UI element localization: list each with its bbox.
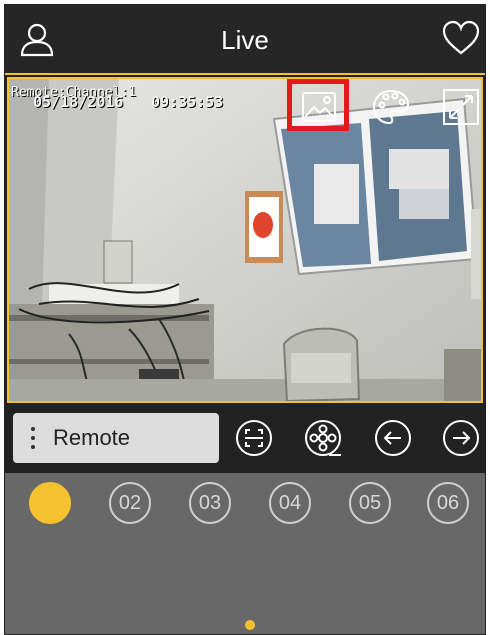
fullscreen-icon[interactable] [441, 87, 481, 127]
osd-time: 09:35:53 [151, 93, 224, 111]
page-indicator-dot[interactable] [245, 620, 255, 630]
remote-button[interactable]: Remote [13, 413, 219, 463]
next-icon[interactable] [441, 418, 481, 458]
channel-button-05[interactable]: 05 [349, 482, 391, 524]
capture-icon[interactable] [234, 418, 274, 458]
osd-date: 05/18/2016 [33, 93, 124, 111]
app-frame: Live Remote:Channel:1 05/18/2016 09:35:5… [4, 4, 486, 635]
camera-feed-image [9, 79, 481, 401]
heart-icon[interactable] [441, 19, 481, 59]
channel-button-03[interactable]: 03 [189, 482, 231, 524]
channel-button-02[interactable]: 02 [109, 482, 151, 524]
toolbar: Remote [5, 405, 485, 473]
prev-icon[interactable] [373, 418, 413, 458]
channel-selector: 01 02 03 04 05 06 [5, 473, 485, 634]
header: Live [5, 5, 485, 75]
remote-label: Remote [53, 425, 131, 450]
channel-button-01[interactable]: 01 [29, 482, 71, 524]
page-title: Live [221, 25, 269, 55]
snapshot-highlight-box [287, 79, 349, 131]
channel-button-04[interactable]: 04 [269, 482, 311, 524]
palette-icon[interactable] [371, 87, 411, 127]
live-video-view[interactable]: Remote:Channel:1 05/18/2016 09:35:53 [7, 77, 483, 403]
record-icon[interactable] [303, 418, 343, 458]
more-dots-icon [31, 427, 35, 449]
channel-button-06[interactable]: 06 [427, 482, 469, 524]
